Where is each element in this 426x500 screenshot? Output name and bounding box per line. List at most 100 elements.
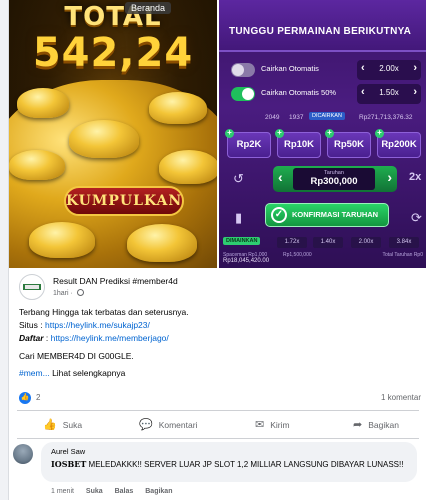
check-icon: ✓ xyxy=(271,207,287,223)
player-count: 2049 xyxy=(265,114,280,121)
post-hashtag-line: #mem... Lihat selengkapnya xyxy=(19,368,125,378)
like-button[interactable]: 👍 Suka xyxy=(43,412,143,438)
send-button[interactable]: ✉ Kirim xyxy=(255,412,355,438)
promo-gold-panel[interactable]: TOTAL 542,24 KUMPULKAN Beranda xyxy=(9,0,217,268)
share-label: Bagikan xyxy=(368,420,399,430)
game-header: TUNGGU PERMAINAN BERIKUTNYA xyxy=(219,0,426,52)
bet-row: ↺ ‹ Taruhan Rp300,000 › 2x xyxy=(227,166,423,194)
messenger-icon: ✉ xyxy=(255,419,265,431)
chip-label: Rp2K xyxy=(236,139,262,150)
comment-meta: 1 menit Suka Balas Bagikan xyxy=(51,488,182,495)
confirm-bet-button: ✓ KONFIRMASI TARUHAN xyxy=(265,203,389,227)
thumbs-up-icon: 👍 xyxy=(43,419,57,431)
chevron-right-icon: › xyxy=(413,86,417,98)
bet-multiplier: 2x xyxy=(409,171,422,183)
played-history-row: DIMAINKAN 1.72x 1.40x 2.00x 3.84x xyxy=(223,237,423,249)
comment-label: Komentari xyxy=(158,420,198,430)
chip-label: Rp200K xyxy=(381,139,417,150)
post-situs-line: Situs : https://heylink.me/sukajp23/ xyxy=(19,320,150,330)
cashout-badge: DICAIRKAN xyxy=(309,112,345,120)
promo-total-title: TOTAL xyxy=(64,2,162,32)
multiplier-history-item: 2.00x xyxy=(351,237,381,248)
home-tooltip: Beranda xyxy=(125,2,172,14)
post-media[interactable]: TOTAL 542,24 KUMPULKAN Beranda TUNGGU PE… xyxy=(9,0,426,268)
multiplier-history-item: 1.40x xyxy=(313,237,343,248)
gold-ingot-image xyxy=(159,150,217,184)
post-author[interactable]: Result DAN Prediksi #member4d xyxy=(53,276,178,286)
see-more-link[interactable]: Lihat selengkapnya xyxy=(50,368,125,378)
chevron-left-icon: ‹ xyxy=(278,169,283,185)
like-count[interactable]: 2 xyxy=(36,393,40,402)
game-footer: Spaceman Rp1,000 Rp1,500,000 Rp18,045,42… xyxy=(223,252,423,266)
gold-ingot-image xyxy=(127,224,197,262)
comment-icon: 💬 xyxy=(139,419,153,431)
chevron-left-icon: ‹ xyxy=(361,86,365,98)
post-daftar-line: Daftar : https://heylink.me/memberjago/ xyxy=(19,333,169,343)
bet-chips: + Rp2K + Rp10K + Rp50K + Rp200K xyxy=(225,129,423,160)
auto-cashout-stepper: ‹ 2.00x › xyxy=(357,60,421,80)
auto-cashout-50-toggle xyxy=(231,87,255,101)
bet-amount: Rp300,000 xyxy=(310,176,358,187)
gold-ingot-image xyxy=(9,150,65,180)
auto-cashout-50-value: 1.50x xyxy=(379,88,399,97)
auto-cashout-value: 2.00x xyxy=(379,64,399,73)
daftar-link[interactable]: https://heylink.me/memberjago/ xyxy=(51,333,169,343)
comment-body: MELEDAKKK!! SERVER LUAR JP SLOT 1,2 MILL… xyxy=(86,460,404,469)
chevron-right-icon: › xyxy=(387,169,392,185)
share-icon: ➦ xyxy=(353,419,363,431)
game-footer-right: Total Taruhan Rp0 xyxy=(382,252,424,258)
post-card: TOTAL 542,24 KUMPULKAN Beranda TUNGGU PE… xyxy=(8,0,426,500)
chip-50k: + Rp50K xyxy=(325,129,371,158)
plus-icon: + xyxy=(325,129,334,138)
comment-reply-link[interactable]: Balas xyxy=(115,488,134,495)
comment-time[interactable]: 1 menit xyxy=(51,488,74,495)
auto-cashout-50-row: Cairkan Otomatis 50% ‹ 1.50x › xyxy=(227,84,421,106)
swap-icon: ⟳ xyxy=(411,210,422,225)
plus-icon: + xyxy=(275,129,284,138)
game-status-title: TUNGGU PERMAINAN BERIKUTNYA xyxy=(229,26,412,37)
auto-cashout-50-stepper: ‹ 1.50x › xyxy=(357,84,421,104)
comment-share-link[interactable]: Bagikan xyxy=(145,488,172,495)
auto-cashout-50-label: Cairkan Otomatis 50% xyxy=(261,88,337,97)
post-time[interactable]: 1hari xyxy=(53,290,69,297)
gold-ingot-image xyxy=(29,222,95,258)
post-search-line: Cari MEMBER4D DI G00GLE. xyxy=(19,351,134,361)
globe-icon xyxy=(76,289,84,296)
situs-link[interactable]: https://heylink.me/sukajp23/ xyxy=(45,320,150,330)
comment-count[interactable]: 1 komentar xyxy=(381,393,421,402)
plus-icon: + xyxy=(225,129,234,138)
collect-button: KUMPULKAN xyxy=(64,186,184,216)
commenter-avatar[interactable] xyxy=(13,444,33,464)
chip-2k: + Rp2K xyxy=(225,129,271,158)
comment-button[interactable]: 💬 Komentari xyxy=(139,412,239,438)
share-button[interactable]: ➦ Bagikan xyxy=(353,412,426,438)
chip-200k: + Rp200K xyxy=(375,129,421,158)
cashout-count: 1937 xyxy=(289,114,304,121)
post-tagline: Terbang Hingga tak terbatas dan seterusn… xyxy=(19,307,189,317)
chip-label: Rp10K xyxy=(283,139,315,150)
post-header: Result DAN Prediksi #member4d 1hari · xyxy=(9,268,426,304)
commenter-name[interactable]: Aurel Saw xyxy=(51,447,85,456)
divider xyxy=(17,410,419,411)
hashtag-link[interactable]: #mem... xyxy=(19,368,50,378)
played-tag: DIMAINKAN xyxy=(223,237,261,245)
like-reaction-icon[interactable]: 👍 xyxy=(19,392,31,404)
comment-like-link[interactable]: Suka xyxy=(86,488,103,495)
situs-label: Situs : xyxy=(19,320,45,330)
chip-label: Rp50K xyxy=(333,139,365,150)
game-stats-row: 2049 1937 DICAIRKAN Rp271,713,376.32 xyxy=(227,112,423,126)
chevron-left-icon: ‹ xyxy=(361,62,365,74)
comment-brand: IOSBET xyxy=(51,459,87,469)
bet-amount-display: Taruhan Rp300,000 xyxy=(293,168,375,190)
comment-bubble: Aurel Saw IOSBET MELEDAKKK!! SERVER LUAR… xyxy=(41,442,417,482)
auto-cashout-toggle xyxy=(231,63,255,77)
post-actions: 👍 Suka 💬 Komentari ✉ Kirim ➦ Bagikan xyxy=(9,412,426,438)
promo-game-panel[interactable]: TUNGGU PERMAINAN BERIKUTNYA Cairkan Otom… xyxy=(219,0,426,268)
promo-total-amount: 542,24 xyxy=(32,30,194,76)
page-avatar[interactable] xyxy=(19,274,45,300)
plus-icon: + xyxy=(375,129,384,138)
game-footer-amount: Rp18,045,420.00 xyxy=(223,258,270,264)
stats-icon: ▮ xyxy=(235,210,243,225)
game-footer-mid: Rp1,500,000 xyxy=(283,252,312,258)
page-logo-icon xyxy=(23,284,41,290)
